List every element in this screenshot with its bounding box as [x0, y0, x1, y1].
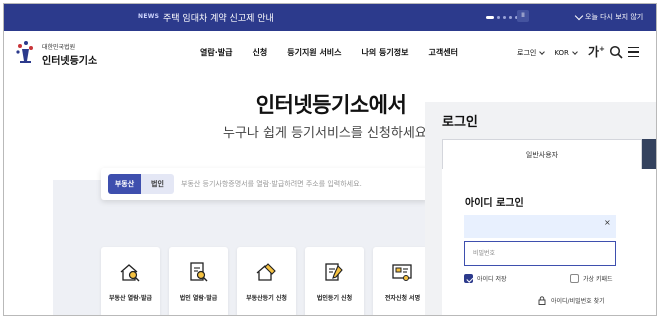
quick-menu: 부동산 열람·발급 법인 열람·발급 부동산등기 신청 법인등기 신청 전자신청… — [101, 247, 432, 315]
login-title: 로그인 — [442, 115, 478, 130]
checkbox-icon — [570, 274, 579, 283]
certificate-icon — [392, 264, 412, 281]
tab-real-estate[interactable]: 부동산 — [108, 174, 141, 194]
pagination-dot[interactable] — [486, 16, 494, 19]
quick-menu-corp-apply[interactable]: 법인등기 신청 — [305, 247, 364, 315]
virtual-keypad-label: 가상 키패드 — [583, 276, 613, 283]
chevron-down-icon — [572, 48, 578, 55]
chevron-down-icon — [574, 11, 584, 20]
quick-menu-label: 부동산등기 신청 — [246, 295, 287, 302]
menu-line — [628, 55, 639, 57]
search-icon[interactable] — [609, 45, 623, 59]
nav-item-view-issue[interactable]: 열람·발급 — [200, 47, 232, 58]
hamburger-menu-icon[interactable] — [628, 47, 639, 57]
brand-name[interactable]: 인터넷등기소 — [42, 52, 97, 67]
login-form: 아이디 로그인 × 비밀번호 아이디 저장 가상 키패드 아이디/비밀번호 찾기 — [442, 169, 656, 315]
notice-bar: NEWS 주택 임대차 계약 신고제 안내 II 오늘 다시 보지 않기 — [4, 4, 656, 31]
document-search-icon — [190, 262, 208, 282]
quick-menu-corp-view[interactable]: 법인 열람·발급 — [169, 247, 228, 315]
menu-line — [628, 47, 639, 49]
quick-menu-real-estate-view[interactable]: 부동산 열람·발급 — [101, 247, 160, 315]
utility-menu: 로그인 KOR — [517, 48, 578, 58]
quick-menu-label: 전자신청 서명 — [384, 295, 421, 302]
quick-menu-real-estate-apply[interactable]: 부동산등기 신청 — [237, 247, 296, 315]
tab-corporation[interactable]: 법인 — [141, 174, 174, 194]
quick-menu-e-sign[interactable]: 전자신청 서명 — [373, 247, 432, 315]
password-placeholder: 비밀번호 — [473, 250, 496, 257]
chevron-down-icon — [539, 48, 546, 55]
user-id-field[interactable] — [464, 215, 616, 238]
save-id-label: 아이디 저장 — [477, 276, 507, 283]
font-size-label: 가 — [588, 45, 600, 59]
login-menu-label: 로그인 — [517, 49, 537, 57]
close-today-label: 오늘 다시 보지 않기 — [585, 13, 644, 21]
search-type-toggle: 부동산 법인 — [108, 174, 174, 194]
pagination-dot[interactable] — [509, 16, 512, 19]
save-id-checkbox[interactable]: 아이디 저장 — [464, 274, 507, 283]
brand-sub: 대한민국법원 — [42, 44, 76, 51]
pagination-dot[interactable] — [497, 16, 500, 19]
font-size-plus: + — [599, 45, 605, 53]
language-label: KOR — [554, 49, 569, 57]
tab-general-user[interactable]: 일반사용자 — [442, 139, 642, 169]
address-search-input[interactable]: 부동산 등기사항증명서를 열람·발급하려면 주소를 입력하세요. — [181, 179, 421, 189]
nav-item-support[interactable]: 등기지원 서비스 — [287, 47, 341, 58]
quick-menu-label: 법인 열람·발급 — [179, 295, 218, 302]
password-field[interactable]: 비밀번호 — [464, 241, 616, 266]
notice-pagination — [486, 16, 518, 19]
login-menu[interactable]: 로그인 — [517, 48, 546, 58]
nav-item-apply[interactable]: 신청 — [252, 47, 267, 58]
id-login-title: 아이디 로그인 — [465, 198, 524, 209]
quick-menu-label: 법인등기 신청 — [316, 295, 353, 302]
hero-subtitle: 누구나 쉽게 등기서비스를 신청하세요 — [223, 126, 427, 141]
court-logo-icon[interactable] — [12, 39, 38, 65]
language-menu[interactable]: KOR — [554, 48, 578, 57]
notice-text[interactable]: 주택 임대차 계약 신고제 안내 — [163, 11, 274, 24]
checkbox-checked-icon — [464, 274, 473, 283]
header: 대한민국법원 인터넷등기소 열람·발급 신청 등기지원 서비스 나의 등기정보 … — [4, 31, 656, 75]
tab-other-user[interactable] — [642, 139, 656, 169]
lock-icon — [538, 296, 546, 305]
font-size-button[interactable]: 가+ — [588, 43, 605, 60]
login-panel: 로그인 일반사용자 아이디 로그인 × 비밀번호 아이디 저장 가상 키패드 아… — [425, 102, 656, 315]
nav-item-customer-center[interactable]: 고객센터 — [428, 47, 457, 58]
notice-tag: NEWS — [138, 13, 160, 20]
house-pen-icon — [256, 263, 276, 281]
quick-menu-label: 부동산 열람·발급 — [108, 295, 152, 302]
find-link-label: 아이디/비밀번호 찾기 — [551, 298, 605, 305]
find-id-password-link[interactable]: 아이디/비밀번호 찾기 — [538, 296, 605, 305]
main-nav: 열람·발급 신청 등기지원 서비스 나의 등기정보 고객센터 — [200, 47, 458, 58]
browser-frame: NEWS 주택 임대차 계약 신고제 안내 II 오늘 다시 보지 않기 대한민… — [3, 3, 657, 316]
nav-item-my-info[interactable]: 나의 등기정보 — [362, 47, 409, 58]
clear-icon[interactable]: × — [604, 218, 611, 227]
document-pen-icon — [325, 263, 343, 281]
close-today-button[interactable]: 오늘 다시 보지 않기 — [574, 11, 644, 22]
menu-line — [628, 51, 639, 53]
virtual-keypad-checkbox[interactable]: 가상 키패드 — [570, 274, 613, 283]
pause-button[interactable]: II — [517, 10, 529, 22]
house-search-icon — [120, 264, 140, 282]
pagination-dot[interactable] — [503, 16, 506, 19]
address-search-bar: 부동산 법인 부동산 등기사항증명서를 열람·발급하려면 주소를 입력하세요. — [101, 168, 428, 200]
